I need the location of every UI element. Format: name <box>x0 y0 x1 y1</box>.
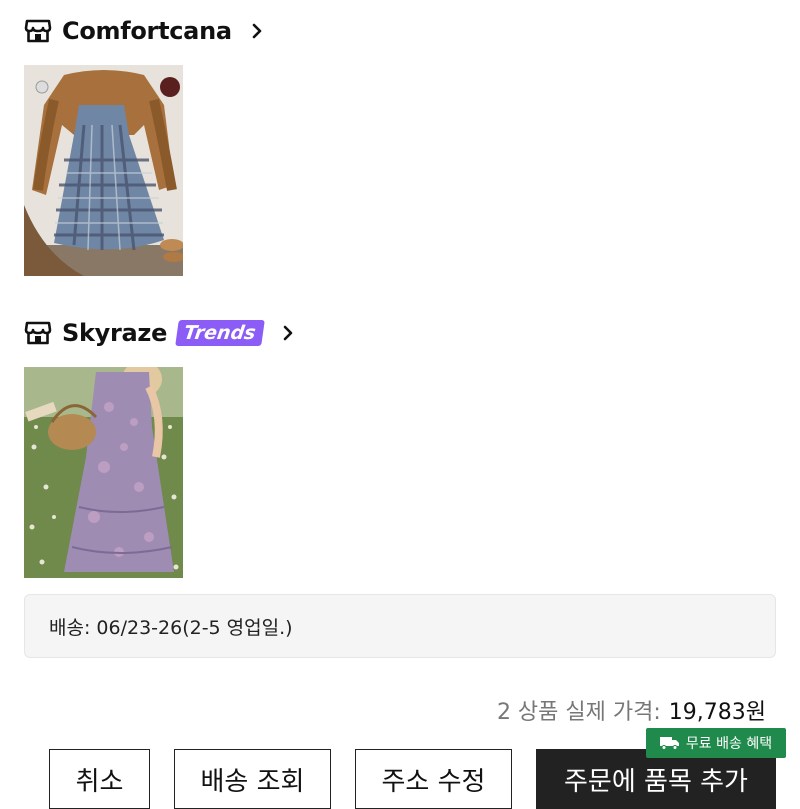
plaid-dress-image <box>24 65 183 276</box>
track-delivery-button[interactable]: 배송 조회 <box>174 749 331 809</box>
chevron-right-icon <box>283 325 292 341</box>
store-icon <box>24 321 52 345</box>
store-icon <box>24 19 52 43</box>
store-name: Comfortcana <box>62 17 232 45</box>
store-header-skyraze[interactable]: Skyraze Trends <box>24 316 297 350</box>
total-price-line: 2 상품 실제 가격: 19,783원 <box>497 694 766 726</box>
free-shipping-tag: 무료 배송 혜택 <box>646 728 786 758</box>
add-items-to-order-button[interactable]: 주문에 품목 추가 <box>536 749 776 809</box>
free-shipping-label: 무료 배송 혜택 <box>685 736 773 752</box>
total-value: 19,783원 <box>668 700 766 725</box>
truck-icon <box>659 737 679 750</box>
floral-dress-image <box>24 367 183 578</box>
product-image-plaid-dress[interactable] <box>24 65 183 276</box>
chevron-right-icon <box>252 23 262 39</box>
delivery-info-box: 배송: 06/23-26(2-5 영업일.) <box>24 594 776 658</box>
store-name: Skyraze <box>62 319 168 347</box>
delivery-text: 배송: 06/23-26(2-5 영업일.) <box>49 616 293 639</box>
total-label: 2 상품 실제 가격: <box>496 700 661 725</box>
product-image-floral-dress[interactable] <box>24 367 183 578</box>
edit-address-button[interactable]: 주소 수정 <box>355 749 512 809</box>
cancel-button[interactable]: 취소 <box>49 749 150 809</box>
store-header-comfortcana[interactable]: Comfortcana <box>24 14 266 48</box>
trends-badge: Trends <box>175 320 265 346</box>
